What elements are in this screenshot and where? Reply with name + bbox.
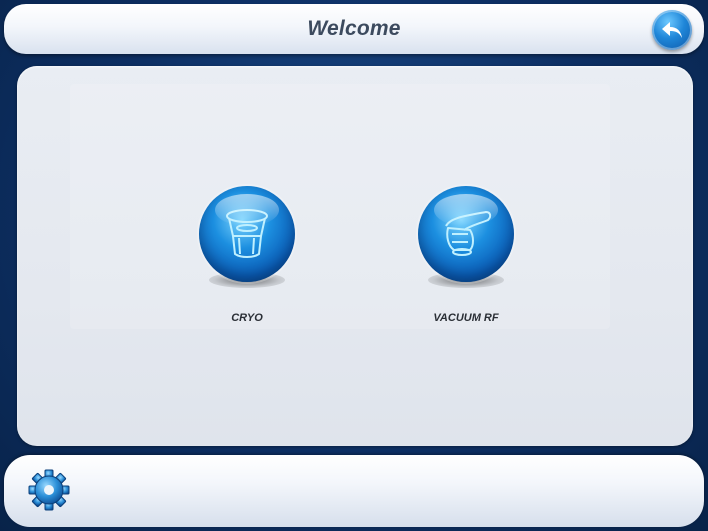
header-bar: Welcome — [4, 4, 704, 54]
vacuum-rf-orb[interactable] — [418, 186, 514, 282]
cryo-label: CRYO — [231, 312, 263, 324]
gear-icon — [28, 469, 70, 511]
vacuum-rf-handpiece-icon — [445, 211, 492, 256]
vacuum-rf-label: VACUUM RF — [433, 312, 499, 324]
cryo-module-button[interactable]: CRYO — [181, 186, 311, 346]
footer-bar — [4, 455, 704, 527]
back-arrow-icon — [662, 22, 682, 38]
cryo-handpiece-icon — [226, 209, 268, 258]
cryo-orb[interactable] — [199, 186, 295, 282]
settings-button[interactable] — [26, 467, 72, 513]
back-button[interactable] — [652, 10, 692, 50]
vacuum-rf-module-button[interactable]: VACUUM RF — [400, 186, 530, 346]
page-title: Welcome — [307, 17, 401, 40]
